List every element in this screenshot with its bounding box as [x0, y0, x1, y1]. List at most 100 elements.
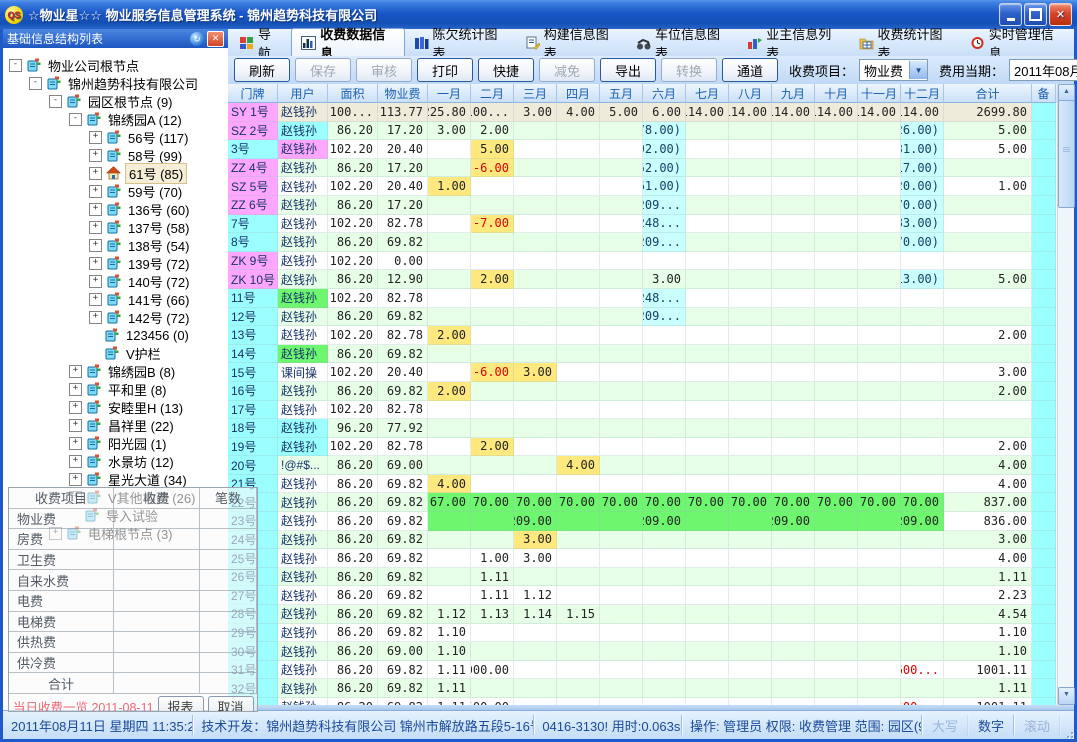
expand-icon[interactable]: + — [69, 419, 82, 432]
tab-5[interactable]: 业主信息列表 — [738, 29, 849, 56]
expand-icon[interactable]: + — [69, 365, 82, 378]
expand-icon[interactable]: + — [69, 401, 82, 414]
table-row[interactable]: 11号赵钱孙102.2082.78(248... — [228, 289, 1058, 308]
column-header-11[interactable]: 八月 — [729, 84, 772, 103]
chevron-down-icon[interactable]: ▼ — [909, 61, 927, 79]
expand-icon[interactable]: + — [69, 383, 82, 396]
tree-item-14[interactable]: +142号 (72) — [3, 308, 228, 326]
expand-icon[interactable]: + — [89, 185, 102, 198]
table-row[interactable]: 14号赵钱孙86.2069.82 — [228, 345, 1058, 364]
tree-item-23[interactable]: +星光大道 (34) — [3, 470, 228, 488]
column-header-14[interactable]: 十一月 — [858, 84, 901, 103]
close-panel-icon[interactable]: ✕ — [207, 31, 224, 47]
collapse-icon[interactable]: - — [29, 77, 42, 90]
toolbar-button-4[interactable]: 快捷 — [478, 58, 534, 82]
table-row[interactable]: 23号赵钱孙86.2069.82209.00209.00209.00209.00… — [228, 512, 1058, 531]
tree-item-12[interactable]: +140号 (72) — [3, 272, 228, 290]
expand-icon[interactable]: + — [89, 149, 102, 162]
collapse-icon[interactable]: - — [69, 113, 82, 126]
tab-2[interactable]: 陈欠统计图表 — [405, 29, 516, 56]
tree-item-16[interactable]: V护栏 — [3, 344, 228, 362]
table-row[interactable]: 22号赵钱孙86.2069.8267.0070.0070.0070.0070.0… — [228, 493, 1058, 512]
column-header-6[interactable]: 三月 — [514, 84, 557, 103]
table-row[interactable]: 29号赵钱孙86.2069.821.101.10 — [228, 624, 1058, 643]
vertical-scrollbar[interactable]: ▲ ▼ — [1057, 84, 1074, 705]
toolbar-button-0[interactable]: 刷新 — [234, 58, 290, 82]
toolbar-button-3[interactable]: 打印 — [417, 58, 473, 82]
tree-item-2[interactable]: -园区根节点 (9) — [3, 92, 228, 110]
column-header-12[interactable]: 九月 — [772, 84, 815, 103]
table-row[interactable]: 26号赵钱孙86.2069.821.111.11 — [228, 568, 1058, 587]
expand-icon[interactable]: + — [89, 293, 102, 306]
tree-item-3[interactable]: -锦绣园A (12) — [3, 110, 228, 128]
tree-item-19[interactable]: +安睦里H (13) — [3, 398, 228, 416]
resize-grip[interactable] — [1060, 725, 1074, 739]
table-row[interactable]: 21号赵钱孙86.2069.824.004.00 — [228, 475, 1058, 494]
toolbar-button-6[interactable]: 导出 — [600, 58, 656, 82]
table-row[interactable]: 7号赵钱孙102.2082.78-7.00(248...(83.00) — [228, 215, 1058, 234]
column-header-15[interactable]: 十二月 — [901, 84, 944, 103]
table-row[interactable]: 32号赵钱孙86.2069.821.111.11 — [228, 679, 1058, 698]
fee-item-select[interactable]: 物业费 ▼ — [859, 59, 928, 81]
tree-item-17[interactable]: +锦绣园B (8) — [3, 362, 228, 380]
column-header-4[interactable]: 一月 — [428, 84, 471, 103]
column-header-1[interactable]: 用户 — [278, 84, 328, 103]
column-header-3[interactable]: 物业费 — [378, 84, 428, 103]
cancel-button[interactable]: 取消 — [208, 696, 254, 712]
table-row[interactable]: 31号赵钱孙86.2069.821.111000.00-600...1001.1… — [228, 661, 1058, 680]
tree-item-4[interactable]: +56号 (117) — [3, 128, 228, 146]
collapse-icon[interactable]: - — [49, 95, 62, 108]
minimize-button[interactable] — [999, 3, 1022, 26]
expand-icon[interactable]: + — [69, 473, 82, 486]
tree-item-9[interactable]: +137号 (58) — [3, 218, 228, 236]
table-row[interactable]: ZK 9号赵钱孙102.200.00 — [228, 252, 1058, 271]
toolbar-button-2[interactable]: 审核 — [356, 58, 412, 82]
expand-icon[interactable]: + — [89, 131, 102, 144]
tree-item-18[interactable]: +平和里 (8) — [3, 380, 228, 398]
toolbar-button-1[interactable]: 保存 — [295, 58, 351, 82]
expand-icon[interactable]: + — [89, 239, 102, 252]
tree-item-8[interactable]: +136号 (60) — [3, 200, 228, 218]
table-row[interactable]: 12号赵钱孙86.2069.82(209... — [228, 308, 1058, 327]
tab-3[interactable]: 构建信息图表 — [516, 29, 627, 56]
column-header-16[interactable]: 合计 — [944, 84, 1032, 103]
tab-1[interactable]: 收费数据信息 — [291, 28, 404, 56]
column-header-2[interactable]: 面积 — [328, 84, 378, 103]
table-row[interactable]: ZZ 4号赵钱孙86.2017.20-6.00(52.00)(17.00) — [228, 159, 1058, 178]
tab-6[interactable]: 收费统计图表 — [850, 29, 961, 56]
table-row[interactable]: 8号赵钱孙86.2069.82(209...(70.00) — [228, 233, 1058, 252]
table-row[interactable]: 25号赵钱孙86.2069.821.003.004.00 — [228, 549, 1058, 568]
table-row[interactable]: 33号赵钱孙86.2069.821.11500.00-500...1001.11 — [228, 698, 1058, 705]
tab-7[interactable]: 实时管理信息 — [961, 29, 1072, 56]
expand-icon[interactable]: + — [89, 257, 102, 270]
scrollbar-thumb[interactable] — [1058, 100, 1075, 208]
refresh-tree-icon[interactable]: ↻ — [190, 32, 204, 46]
column-header-10[interactable]: 七月 — [686, 84, 729, 103]
table-row[interactable]: SZ 5号赵钱孙102.2020.401.00(61.00)(20.00)1.0… — [228, 177, 1058, 196]
tree-item-1[interactable]: -锦州趋势科技有限公司 — [3, 74, 228, 92]
table-row[interactable]: ZZ 6号赵钱孙86.2017.20(209...(70.00) — [228, 196, 1058, 215]
column-header-17[interactable]: 备 — [1032, 84, 1056, 103]
expand-icon[interactable]: + — [89, 167, 102, 180]
toolbar-button-8[interactable]: 通道 — [722, 58, 778, 82]
table-row[interactable]: 17号赵钱孙102.2082.78 — [228, 401, 1058, 420]
tree-item-22[interactable]: +水景坊 (12) — [3, 452, 228, 470]
tab-0[interactable]: 导航 — [230, 29, 291, 56]
report-button[interactable]: 报表 — [158, 696, 204, 712]
table-row[interactable]: 24号赵钱孙86.2069.823.003.00 — [228, 531, 1058, 550]
collapse-icon[interactable]: - — [9, 59, 22, 72]
table-row[interactable]: 18号赵钱孙96.2077.92 — [228, 419, 1058, 438]
tree-item-10[interactable]: +138号 (54) — [3, 236, 228, 254]
toolbar-button-5[interactable]: 减免 — [539, 58, 595, 82]
expand-icon[interactable]: + — [69, 437, 82, 450]
table-row[interactable]: 28号赵钱孙86.2069.821.121.131.141.154.54 — [228, 605, 1058, 624]
table-row[interactable]: SZ 2号赵钱孙86.2017.203.002.00(78.00)(26.00)… — [228, 122, 1058, 141]
table-row[interactable]: 27号赵钱孙86.2069.821.111.122.23 — [228, 586, 1058, 605]
table-row[interactable]: SY 1号赵钱孙100...113.772225.80-100...3.004.… — [228, 103, 1058, 122]
column-header-13[interactable]: 十月 — [815, 84, 858, 103]
table-row[interactable]: 13号赵钱孙102.2082.782.002.00 — [228, 326, 1058, 345]
table-row[interactable]: 20号!@#$...86.2069.004.004.00 — [228, 456, 1058, 475]
tree-item-6[interactable]: +61号 (85) — [3, 164, 228, 182]
column-header-7[interactable]: 四月 — [557, 84, 600, 103]
close-button[interactable]: ✕ — [1049, 3, 1072, 26]
